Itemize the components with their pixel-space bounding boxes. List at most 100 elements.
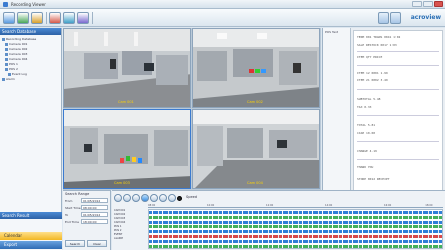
record-icon[interactable] bbox=[177, 196, 182, 201]
camera-label-2: Cam 002 bbox=[247, 100, 263, 104]
settings-button[interactable] bbox=[378, 12, 389, 24]
camera-image-4 bbox=[193, 110, 319, 188]
end-time-field[interactable]: 18:00:00 bbox=[81, 219, 108, 224]
from-label: From bbox=[65, 198, 73, 203]
camera-icon bbox=[5, 43, 8, 46]
device-tree: Recording Database Camera 001 Camera 002… bbox=[0, 35, 61, 84]
time-tick: 18:00 bbox=[425, 204, 433, 207]
receipt-line: ITEM 21 0002 3.49 bbox=[357, 78, 388, 82]
receipt-divider bbox=[357, 51, 439, 52]
step-forward-icon[interactable] bbox=[150, 194, 158, 202]
clear-button[interactable]: Clear bbox=[87, 240, 107, 247]
window-title: Recording Viewer bbox=[11, 2, 46, 7]
receipt-line: CHANGE 4.19 bbox=[357, 149, 377, 153]
time-tick: 12:00 bbox=[266, 204, 274, 207]
pause-icon[interactable] bbox=[132, 194, 140, 202]
camera-image-2 bbox=[193, 29, 319, 107]
toolbar-separator bbox=[46, 12, 47, 24]
search-button[interactable]: Search bbox=[65, 240, 85, 247]
track-row bbox=[149, 220, 442, 224]
receipt-divider bbox=[357, 65, 439, 66]
receipt-line: THANK YOU bbox=[357, 165, 374, 169]
search-result-header: Search Result bbox=[0, 212, 62, 219]
start-time-field[interactable]: 08:00:00 bbox=[81, 205, 108, 210]
fast-forward-icon[interactable] bbox=[159, 194, 167, 202]
receipt-line: ITEM QTY PRICE bbox=[357, 55, 383, 59]
camera-view-3[interactable]: Cam 003 bbox=[63, 109, 191, 189]
tree-item[interactable]: Alarm bbox=[2, 77, 59, 82]
stop-icon[interactable] bbox=[168, 194, 176, 202]
title-bar: Recording Viewer bbox=[0, 0, 445, 9]
pos-text-header: POS Text bbox=[325, 30, 339, 34]
track-row bbox=[149, 215, 442, 219]
video-grid: Cam 001 Cam 002 Cam 003 Cam 004 bbox=[63, 28, 321, 190]
toolbar-separator bbox=[92, 12, 93, 24]
toolbar: acroview bbox=[0, 9, 445, 27]
rewind-icon[interactable] bbox=[114, 194, 122, 202]
track-row bbox=[149, 239, 442, 243]
save-button[interactable] bbox=[17, 12, 29, 24]
snapshot-button[interactable] bbox=[49, 12, 61, 24]
help-button[interactable] bbox=[390, 12, 401, 24]
search-database-header: Search Database bbox=[0, 28, 61, 35]
brand-logo: acroview bbox=[410, 14, 441, 21]
alarm-icon bbox=[2, 78, 5, 81]
time-tick: 10:00 bbox=[207, 204, 215, 207]
receipt-line: ITEM 12 0001 1.99 bbox=[357, 71, 388, 75]
search-buttons: Search Clear bbox=[65, 240, 107, 247]
receipt-divider bbox=[357, 159, 439, 160]
to-date-row: To 01/05/2012 bbox=[63, 211, 110, 218]
camera-label-4: Cam 004 bbox=[247, 181, 263, 185]
receipt-view[interactable]: TERM 001 TRANS 0041 1:02 SALE RESTOCK 00… bbox=[353, 30, 443, 212]
open-button[interactable] bbox=[3, 12, 15, 24]
close-button[interactable] bbox=[434, 1, 443, 7]
track-row bbox=[149, 244, 442, 248]
print-button[interactable] bbox=[31, 12, 43, 24]
receipt-line: SALE RESTOCK 0017 1:03 bbox=[357, 43, 397, 47]
receipt-divider bbox=[357, 89, 439, 90]
start-time-label: Start Time bbox=[65, 205, 81, 210]
receipt-divider bbox=[357, 141, 439, 142]
camera-label-1: Cam 001 bbox=[118, 100, 134, 104]
calendar-button[interactable]: Calendar bbox=[0, 232, 62, 240]
minimize-button[interactable] bbox=[412, 1, 422, 7]
camera-view-2[interactable]: Cam 002 bbox=[192, 28, 320, 108]
from-date-row: From 01/05/2012 bbox=[63, 197, 110, 204]
end-time-label: End Time bbox=[65, 219, 79, 224]
folder-icon bbox=[2, 38, 5, 41]
left-bottom-panel: Search Result Calendar Export bbox=[0, 212, 62, 250]
receipt-line: TERM 001 TRANS 0041 1:02 bbox=[357, 35, 401, 39]
app-icon bbox=[3, 2, 8, 7]
track-row bbox=[149, 211, 442, 214]
export-list-button[interactable]: Export bbox=[0, 241, 62, 249]
to-date-field[interactable]: 01/05/2012 bbox=[81, 212, 108, 217]
play-icon[interactable] bbox=[141, 194, 149, 202]
time-tick: 08:00 bbox=[148, 204, 156, 207]
camera-view-4[interactable]: Cam 004 bbox=[192, 109, 320, 189]
camera-icon bbox=[5, 48, 8, 51]
receipt-line: TAX 0.33 bbox=[357, 105, 372, 109]
play-button[interactable] bbox=[63, 12, 75, 24]
track-row bbox=[149, 230, 442, 234]
to-label: To bbox=[65, 212, 69, 217]
camera-icon bbox=[5, 58, 8, 61]
speed-label: Speed bbox=[186, 195, 197, 199]
step-back-icon[interactable] bbox=[123, 194, 131, 202]
from-date-field[interactable]: 01/05/2012 bbox=[81, 198, 108, 203]
camera-view-1[interactable]: Cam 001 bbox=[63, 28, 191, 108]
receipt-line: SUBTOTAL 5.48 bbox=[357, 97, 381, 101]
track-row bbox=[149, 225, 442, 229]
receipt-line: CASH 10.00 bbox=[357, 131, 376, 135]
channel-list: CAM 001 CAM 002 CAM 003 CAM 004 POS 1 PO… bbox=[114, 209, 147, 241]
start-time-row: Start Time 08:00:00 bbox=[63, 204, 110, 211]
receipt-line: STORE 0012 RECEIPT bbox=[357, 177, 390, 181]
pos-icon bbox=[5, 68, 8, 71]
timeline-panel: Speed 08:00 10:00 12:00 14:00 16:00 18:0… bbox=[112, 190, 445, 250]
receipt-line: TOTAL 5.81 bbox=[357, 123, 376, 127]
receipt-divider bbox=[357, 115, 439, 116]
time-tick: 16:00 bbox=[384, 204, 392, 207]
maximize-button[interactable] bbox=[423, 1, 433, 7]
end-time-row: End Time 18:00:00 bbox=[63, 218, 110, 225]
export-button[interactable] bbox=[77, 12, 89, 24]
recording-tracks[interactable] bbox=[148, 209, 443, 249]
